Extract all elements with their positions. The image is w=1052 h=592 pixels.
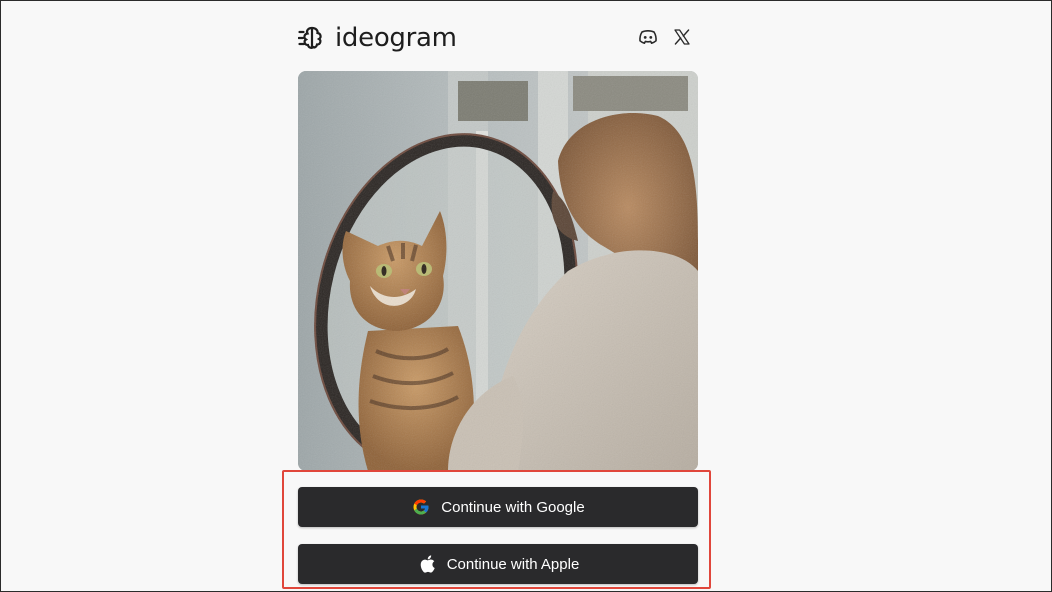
cat-in-mirror-photo <box>298 71 698 471</box>
google-button-label: Continue with Google <box>441 498 585 516</box>
x-twitter-icon <box>674 29 690 45</box>
brand-name: ideogram <box>335 23 457 53</box>
continue-with-apple-button[interactable]: Continue with Apple <box>298 544 698 584</box>
apple-logo-icon <box>417 554 437 574</box>
apple-button-label: Continue with Apple <box>446 555 580 573</box>
header: ideogram <box>298 21 698 57</box>
google-g-icon <box>411 497 431 517</box>
brand-logo[interactable]: ideogram <box>298 23 457 53</box>
ideogram-logo-icon <box>298 26 322 49</box>
hero-image <box>298 71 698 471</box>
x-link[interactable] <box>672 27 692 47</box>
continue-with-google-button[interactable]: Continue with Google <box>298 487 698 527</box>
page-frame: ideogram Continue with Google Continue w… <box>0 0 1052 592</box>
discord-icon <box>639 30 657 44</box>
social-links <box>638 27 692 47</box>
discord-link[interactable] <box>638 27 658 47</box>
